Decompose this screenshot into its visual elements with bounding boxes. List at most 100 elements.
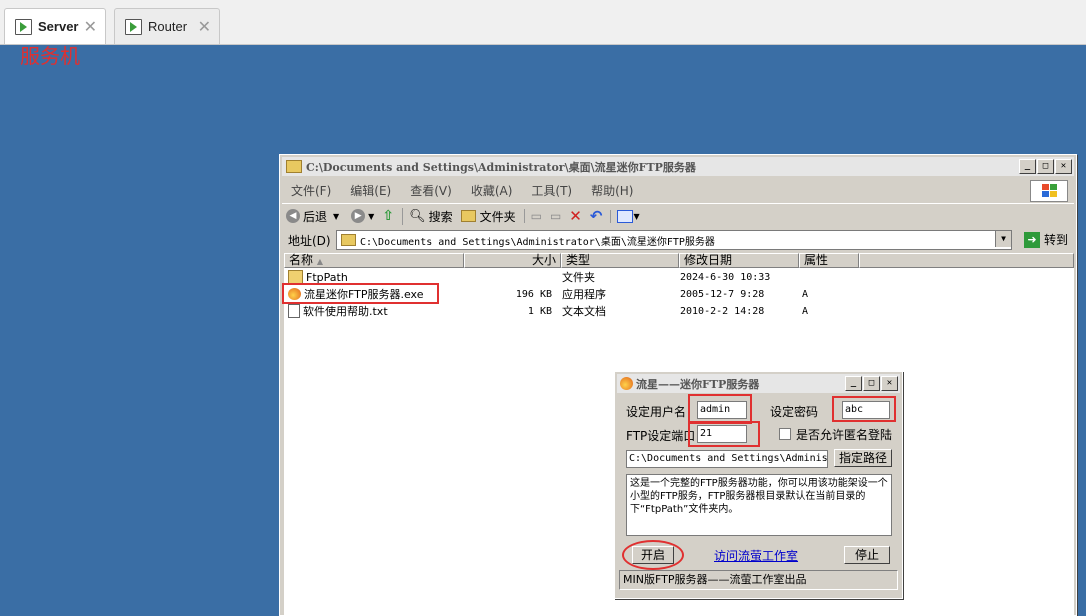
folders-label: 文件夹 <box>479 209 516 224</box>
file-attr: A <box>802 305 809 317</box>
search-icon: 🔍︎ <box>409 208 426 224</box>
maximize-button[interactable]: □ <box>1037 159 1054 174</box>
close-icon[interactable]: ✕ <box>198 17 211 37</box>
address-input[interactable]: C:\Documents and Settings\Administrator\… <box>336 230 1012 250</box>
vm-annotation-label: 服务机 <box>20 44 80 68</box>
folder-icon <box>286 160 302 173</box>
address-bar: 地址(D) C:\Documents and Settings\Administ… <box>282 229 1074 251</box>
forward-button[interactable]: ▶ ▼ <box>347 209 374 223</box>
vm-play-icon <box>125 18 142 35</box>
tab-label: Server <box>38 19 79 34</box>
menu-favorites[interactable]: 收藏(A) <box>471 182 513 199</box>
views-button[interactable]: ▼ <box>610 209 640 223</box>
text-file-icon <box>288 304 300 318</box>
file-attr: A <box>802 288 809 300</box>
file-size: 1 KB <box>527 305 552 317</box>
close-icon[interactable]: ✕ <box>84 17 97 37</box>
folder-icon <box>460 210 476 222</box>
menu-help[interactable]: 帮助(H) <box>591 182 633 199</box>
back-button[interactable]: ◀ 后退 ▼ <box>282 208 339 225</box>
ftp-dialog: 流星——迷你FTP服务器 _ □ ✕ 设定用户名 admin 设定密码 abc … <box>614 371 903 599</box>
highlight-box <box>688 394 752 424</box>
username-label: 设定用户名 <box>626 405 687 419</box>
chevron-down-icon: ▼ <box>333 211 340 221</box>
left-pane <box>284 268 464 615</box>
ftp-dialog-titlebar: 流星——迷你FTP服务器 _ □ ✕ <box>617 374 900 393</box>
anonymous-checkbox[interactable] <box>779 428 791 440</box>
explorer-title: C:\Documents and Settings\Administrator\… <box>306 160 696 174</box>
column-name[interactable]: 名称 ▲ <box>284 253 464 268</box>
set-path-button[interactable]: 指定路径 <box>834 449 892 467</box>
search-label: 搜索 <box>428 209 453 224</box>
close-button[interactable]: ✕ <box>881 376 898 391</box>
folders-button[interactable]: 文件夹 <box>460 208 516 225</box>
goto-label: 转到 <box>1043 233 1068 247</box>
explorer-titlebar: C:\Documents and Settings\Administrator\… <box>282 157 1074 176</box>
highlight-box <box>832 396 896 422</box>
column-name-label: 名称 <box>289 253 314 267</box>
path-input[interactable]: C:\Documents and Settings\Adminis <box>626 450 828 468</box>
column-size-label: 大小 <box>531 253 556 267</box>
description-text[interactable]: 这是一个完整的FTP服务器功能，你可以用该功能架设一个小型的FTP服务，FTP服… <box>626 474 892 536</box>
column-attr[interactable]: 属性 <box>799 253 859 268</box>
column-size[interactable]: 大小 <box>464 253 561 268</box>
column-type-label: 类型 <box>566 253 591 267</box>
undo-button[interactable]: ↶ <box>590 207 603 225</box>
menu-file[interactable]: 文件(F) <box>291 182 331 199</box>
undo-icon: ↶ <box>589 207 603 225</box>
close-button[interactable]: ✕ <box>1055 159 1072 174</box>
file-row[interactable]: 软件使用帮助.txt 1 KB 文本文档 2010-2-2 14:28 A <box>284 303 808 319</box>
back-label: 后退 <box>303 209 328 224</box>
copy-to-button[interactable]: ▭ <box>550 209 561 223</box>
goto-button[interactable]: ➜ 转到 <box>1023 231 1068 248</box>
views-icon <box>617 209 634 223</box>
menu-bar: 文件(F) 编辑(E) 查看(V) 收藏(A) 工具(T) 帮助(H) <box>282 179 1074 201</box>
file-type: 文件夹 <box>562 271 595 284</box>
explorer-toolbar: ◀ 后退 ▼ ▶ ▼ ⇧ 🔍︎ 搜索 文件夹 ▭ ▭ ✕ ↶ ▼ <box>282 203 1074 228</box>
tab-server[interactable]: Server ✕ <box>4 8 106 44</box>
menu-edit[interactable]: 编辑(E) <box>350 182 391 199</box>
ftp-dialog-title: 流星——迷你FTP服务器 <box>636 377 760 391</box>
menu-tools[interactable]: 工具(T) <box>531 182 572 199</box>
windows-logo-icon <box>1030 180 1068 202</box>
minimize-button[interactable]: _ <box>1019 159 1036 174</box>
maximize-button[interactable]: □ <box>863 376 880 391</box>
sort-up-icon: ▲ <box>316 257 323 266</box>
file-type: 应用程序 <box>562 288 606 301</box>
address-value: C:\Documents and Settings\Administrator\… <box>360 236 715 248</box>
vm-play-icon <box>15 18 32 35</box>
forward-arrow-icon: ▶ <box>351 209 366 223</box>
port-label: FTP设定端口 <box>626 429 696 443</box>
column-type[interactable]: 类型 <box>561 253 679 268</box>
menu-view[interactable]: 查看(V) <box>410 182 452 199</box>
up-folder-button[interactable]: ⇧ <box>382 208 394 224</box>
stop-button[interactable]: 停止 <box>844 546 890 564</box>
chevron-down-icon: ▼ <box>633 211 640 221</box>
minimize-button[interactable]: _ <box>845 376 862 391</box>
anonymous-label: 是否允许匿名登陆 <box>796 428 893 442</box>
tab-label: Router <box>148 19 188 34</box>
tab-router[interactable]: Router ✕ <box>114 8 220 44</box>
highlight-oval <box>622 540 684 570</box>
column-date[interactable]: 修改日期 <box>679 253 799 268</box>
file-type: 文本文档 <box>562 305 606 318</box>
highlight-box <box>282 283 439 304</box>
back-arrow-icon: ◀ <box>286 209 300 223</box>
go-arrow-icon: ➜ <box>1023 231 1040 248</box>
column-filler <box>859 253 1074 268</box>
address-dropdown-button[interactable]: ▼ <box>995 231 1011 247</box>
folder-icon <box>288 270 303 284</box>
search-button[interactable]: 🔍︎ 搜索 <box>402 207 453 225</box>
studio-link[interactable]: 访问流萤工作室 <box>714 547 798 564</box>
chevron-down-icon: ▼ <box>368 211 375 221</box>
file-list-header: 名称 ▲ 大小 类型 修改日期 属性 <box>284 253 1074 268</box>
move-to-button[interactable]: ▭ <box>523 209 542 223</box>
app-flame-icon <box>620 377 633 390</box>
file-name: FtpPath <box>306 270 348 284</box>
delete-x-icon: ✕ <box>569 207 582 225</box>
up-arrow-icon: ⇧ <box>382 208 395 224</box>
address-label: 地址(D) <box>288 233 331 248</box>
folder-icon <box>341 234 356 246</box>
delete-button[interactable]: ✕ <box>569 207 582 225</box>
file-date: 2005-12-7 9:28 <box>680 288 765 300</box>
